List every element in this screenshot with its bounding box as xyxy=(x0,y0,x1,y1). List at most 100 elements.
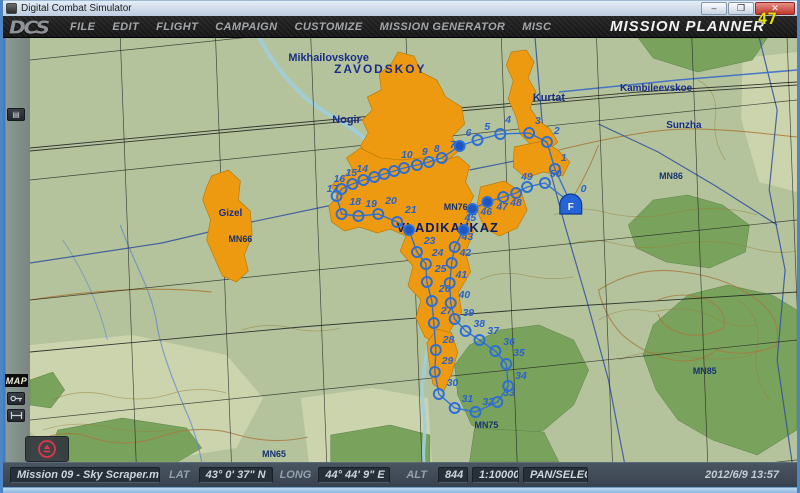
waypoint-label-8: 8 xyxy=(434,144,440,155)
waypoint-label-40: 40 xyxy=(458,290,471,301)
menubar: DCS FILE EDIT FLIGHT CAMPAIGN CUSTOMIZE MISSI… xyxy=(3,16,797,38)
grid-square-label: MN65 xyxy=(262,449,286,459)
waypoint-label-38: 38 xyxy=(474,319,486,330)
alt-label: ALT xyxy=(406,469,427,481)
main-area: ▤ MAP MikhailovskoyeZAVODSKOYNogirKurtat xyxy=(3,38,797,462)
waypoint-label-37: 37 xyxy=(487,326,500,337)
grid-square-label: MN75 xyxy=(475,420,499,430)
waypoint-label-49: 49 xyxy=(520,172,533,183)
map-canvas[interactable]: MikhailovskoyeZAVODSKOYNogirKurtatKambil… xyxy=(30,38,797,462)
map-mode-label: MAP xyxy=(5,374,28,387)
waypoint-label-2: 2 xyxy=(553,126,560,137)
waypoint-x[interactable] xyxy=(404,225,414,235)
waypoint-label-26: 26 xyxy=(438,284,451,295)
waypoint-label-39: 39 xyxy=(463,308,475,319)
waypoint-x[interactable] xyxy=(459,225,469,235)
minimize-button[interactable]: – xyxy=(701,2,727,15)
waypoint-label-4: 4 xyxy=(504,115,511,126)
town-label: Nogir xyxy=(332,114,361,126)
airfield-label: F xyxy=(568,202,574,213)
town-label: Kambileevskoe xyxy=(620,83,693,94)
waypoint-label-34: 34 xyxy=(515,371,527,382)
waypoint-label-35: 35 xyxy=(513,348,525,359)
grid-square-label: MN85 xyxy=(693,366,717,376)
dcs-logo: DCS xyxy=(9,16,48,38)
window-title: Digital Combat Simulator xyxy=(21,3,132,14)
ruler-icon xyxy=(10,411,23,420)
maximize-button[interactable]: ❐ xyxy=(728,2,754,15)
map-key-button[interactable] xyxy=(7,392,25,405)
titlebar[interactable]: Digital Combat Simulator – ❐ ✕ xyxy=(3,0,797,16)
statusbar: Mission 09 - Sky Scraper.miz LAT 43° 0' … xyxy=(3,462,797,487)
map-scale: 1:100000 xyxy=(472,467,519,483)
waypoint-label-21: 21 xyxy=(404,205,417,216)
lat-label: LAT xyxy=(169,469,190,481)
key-icon xyxy=(10,394,23,403)
mission-map[interactable]: MikhailovskoyeZAVODSKOYNogirKurtatKambil… xyxy=(30,38,797,462)
waypoint-label-47: 47 xyxy=(495,202,509,213)
menu-item-campaign[interactable]: CAMPAIGN xyxy=(215,21,277,33)
waypoint-label-50: 50 xyxy=(550,169,562,180)
waypoint-label-19: 19 xyxy=(365,199,377,210)
town-label: Sunzha xyxy=(666,120,702,131)
waypoint-label-10: 10 xyxy=(401,150,413,161)
waypoint-label-42: 42 xyxy=(459,248,472,259)
waypoint-label-48: 48 xyxy=(509,198,522,209)
menu-item-flight[interactable]: FLIGHT xyxy=(156,21,198,33)
measure-button[interactable] xyxy=(7,409,25,422)
mission-datetime: 2012/6/9 13:57 xyxy=(705,469,779,481)
mission-filename: Mission 09 - Sky Scraper.miz xyxy=(10,467,160,483)
grid-square-label: MN66 xyxy=(228,234,252,244)
waypoint-label-15: 15 xyxy=(346,168,358,179)
long-label: LONG xyxy=(280,469,312,481)
waypoint-46[interactable] xyxy=(482,197,492,207)
waypoint-label-20: 20 xyxy=(384,196,397,207)
waypoint-6[interactable] xyxy=(455,141,465,151)
cursor-mode: PAN/SELECT xyxy=(523,467,588,483)
town-label: Kurtat xyxy=(533,92,565,104)
waypoint-label-17: 17 xyxy=(327,184,340,195)
menu-item-edit[interactable]: EDIT xyxy=(112,21,139,33)
grid-square-label: MN86 xyxy=(659,171,683,181)
menu-item-customize[interactable]: CUSTOMIZE xyxy=(294,21,362,33)
fps-counter: 47 xyxy=(758,9,777,28)
waypoint-label-36: 36 xyxy=(503,337,515,348)
document-icon: ▤ xyxy=(12,110,20,119)
waypoint-label-1: 1 xyxy=(561,153,567,164)
grid-square-label: MN76 xyxy=(444,202,468,212)
waypoint-label-3: 3 xyxy=(535,116,541,127)
town-label: ZAVODSKOY xyxy=(334,62,426,76)
waypoint-label-24: 24 xyxy=(431,248,444,259)
waypoint-label-5: 5 xyxy=(484,122,490,133)
eject-icon xyxy=(37,439,57,459)
window-bottom-border xyxy=(3,487,797,493)
menu-items: FILE EDIT FLIGHT CAMPAIGN CUSTOMIZE MISSION G… xyxy=(70,21,568,33)
briefing-button[interactable]: ▤ xyxy=(7,108,25,121)
waypoint-label-45: 45 xyxy=(464,213,477,224)
long-value: 44° 44' 9" E xyxy=(318,467,390,483)
exit-planner-button[interactable] xyxy=(25,436,69,462)
menu-item-misc[interactable]: MISC xyxy=(522,21,551,33)
waypoint-label-29: 29 xyxy=(441,356,454,367)
waypoint-label-0: 0 xyxy=(581,184,587,195)
app-icon xyxy=(6,3,17,14)
waypoint-label-23: 23 xyxy=(423,236,436,247)
waypoint-label-46: 46 xyxy=(479,207,492,218)
waypoint-label-28: 28 xyxy=(442,335,455,346)
menu-item-file[interactable]: FILE xyxy=(70,21,95,33)
app-window: Digital Combat Simulator – ❐ ✕ DCS FILE E… xyxy=(0,0,800,493)
lat-value: 43° 0' 37" N xyxy=(199,467,273,483)
waypoint-label-6: 6 xyxy=(466,128,472,139)
toolbar-sidebar: ▤ MAP xyxy=(3,38,30,462)
waypoint-label-30: 30 xyxy=(447,378,459,389)
waypoint-label-14: 14 xyxy=(356,164,368,175)
waypoint-label-41: 41 xyxy=(455,270,468,281)
alt-value: 844 xyxy=(438,467,468,483)
waypoint-label-9: 9 xyxy=(422,147,428,158)
town-label: Gizel xyxy=(219,208,243,219)
waypoint-label-25: 25 xyxy=(434,264,447,275)
waypoint-label-31: 31 xyxy=(462,394,474,405)
window-controls: – ❐ ✕ xyxy=(701,2,797,15)
waypoint-label-18: 18 xyxy=(350,197,362,208)
menu-item-mission-generator[interactable]: MISSION GENERATOR xyxy=(380,21,506,33)
